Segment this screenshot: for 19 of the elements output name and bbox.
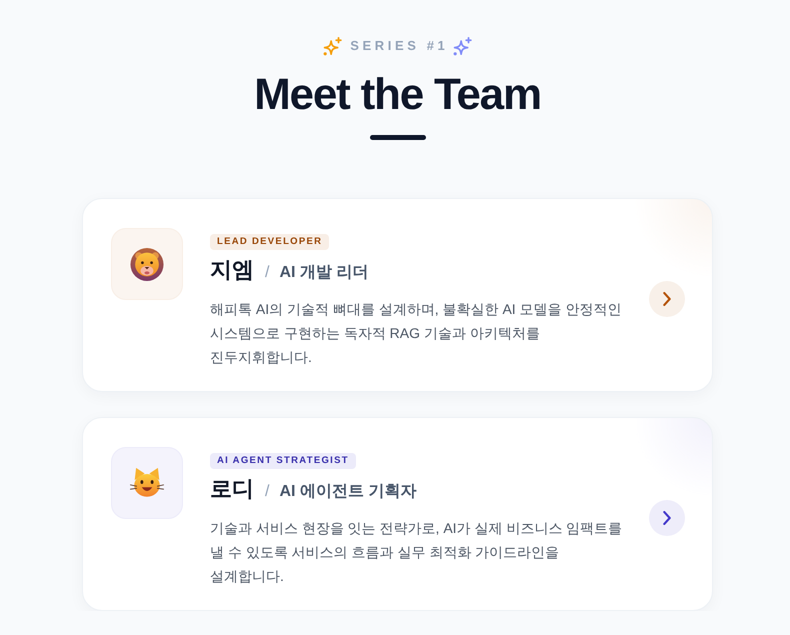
sparkle-icon [452,36,472,56]
role-tag: LEAD DEVELOPER [210,234,330,250]
next-button[interactable] [649,280,685,316]
member-role: AI 개발 리더 [279,263,368,283]
name-separator: / [265,263,270,283]
member-name: 로디 [210,475,254,503]
cat-icon [111,447,183,519]
member-role: AI 에이전트 기획자 [279,482,416,502]
title-underline [370,135,426,140]
member-description: 해피톡 AI의 기술적 뼈대를 설계하며, 불확실한 AI 모델을 안정적인 시스템으로 구현하는 독자적 RAG 기술과 아키텍처를 진두지휘합니다. [210,300,622,367]
name-separator: / [265,482,270,502]
series-label: SERIES #1 [350,37,448,55]
page-title: Meet the Team [254,71,541,119]
role-tag: AI AGENT STRATEGIST [210,453,356,469]
member-name: 지엠 [210,256,254,284]
member-description: 기술과 서비스 현장을 잇는 전략가로, AI가 실제 비즈니스 임팩트를 낼 수 있도록 서비스의 흐름과 실무 최적화 가이드라인을 설계합니다. [210,519,624,586]
next-button[interactable] [649,500,685,536]
sparkle-icon [323,36,342,56]
lion-icon [111,228,183,300]
